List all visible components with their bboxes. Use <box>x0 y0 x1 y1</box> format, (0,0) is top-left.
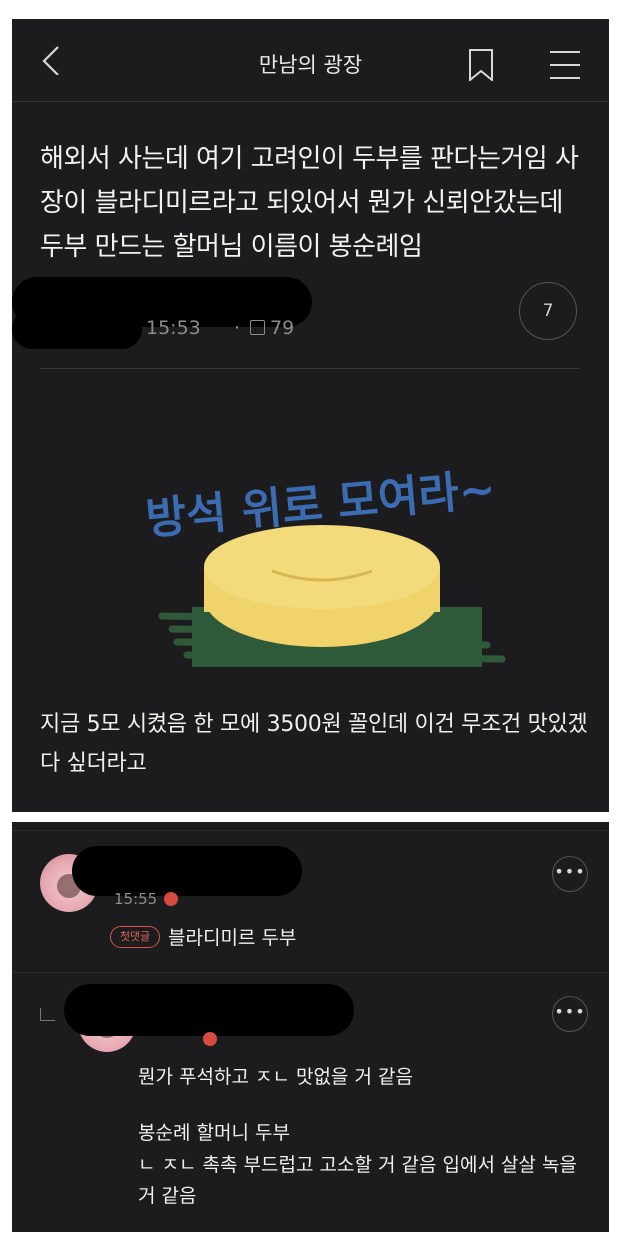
more-dots-icon[interactable]: ••• <box>552 856 588 892</box>
comment-count-button[interactable]: 7 <box>519 282 577 340</box>
meta-separator: · <box>234 317 241 339</box>
reply-line: 뭔가 푸석하고 ㅈㄴ 맛없을 거 같음 <box>138 1066 413 1088</box>
new-badge <box>203 1032 217 1046</box>
reply-line: 봉순례 할머니 두부 <box>138 1122 290 1144</box>
divider <box>40 368 580 369</box>
hamburger-menu-icon[interactable] <box>550 50 580 80</box>
reply-line: ㄴ ㅈㄴ 촉촉 부드럽고 고소할 거 같음 입에서 살살 녹을 거 같음 <box>138 1154 577 1207</box>
divider <box>12 972 609 973</box>
sticker-image: 방석 위로 모여라~ <box>144 464 506 667</box>
redacted-author <box>64 984 354 1036</box>
bookmark-icon[interactable] <box>468 49 494 81</box>
first-comment-badge: 첫댓글 <box>110 926 160 948</box>
new-badge <box>164 892 178 906</box>
post-title: 해외서 사는데 여기 고려인이 두부를 판다는거임 사장이 블라디미르라고 되있… <box>40 144 579 262</box>
redacted-author <box>72 846 302 896</box>
page-title: 만남의 광장 <box>258 53 363 77</box>
comments-panel: 15:55 ••• 첫댓글 블라디미르 두부 ••• 뭔가 푸석하고 ㅈㄴ 맛없… <box>12 822 609 1232</box>
views-icon <box>250 320 265 335</box>
redacted-author <box>12 309 142 349</box>
post-views: 79 <box>270 317 295 339</box>
post-body: 지금 5모 시켰음 한 모에 3500원 꼴인데 이건 무조건 맛있겠다 싶더라… <box>40 712 588 776</box>
post-panel: 만남의 광장 해외서 사는데 여기 고려인이 두부를 판다는거임 사장이 블라디… <box>12 19 609 812</box>
top-bar: 만남의 광장 <box>12 19 609 102</box>
comment-time: 15:55 <box>114 890 158 908</box>
reply-arrow-icon <box>40 1008 55 1021</box>
post-time: 15:53 <box>146 317 201 339</box>
comment-text: 블라디미르 두부 <box>168 927 297 949</box>
more-dots-icon[interactable]: ••• <box>552 996 588 1032</box>
divider <box>12 830 609 831</box>
